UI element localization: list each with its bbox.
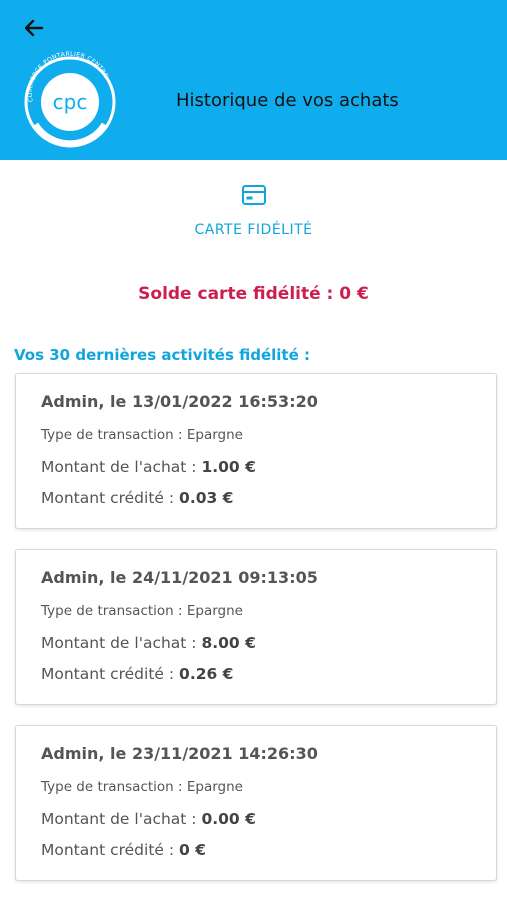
- transaction-header: Admin, le 23/11/2021 14:26:30: [41, 744, 318, 763]
- purchase-amount-label: Montant de l'achat :: [41, 458, 197, 476]
- balance-text: Solde carte fidélité : 0 €: [0, 284, 507, 304]
- purchase-amount: Montant de l'achat : 1.00 €: [41, 458, 256, 476]
- transaction-card: Admin, le 23/11/2021 14:26:30 Type de tr…: [15, 725, 497, 881]
- back-button[interactable]: [18, 12, 50, 44]
- cpc-logo: COMMERCE PONTARLIER CENTRE cpc: [18, 46, 122, 150]
- transaction-type: Type de transaction : Epargne: [41, 603, 243, 619]
- app-header: COMMERCE PONTARLIER CENTRE cpc Historiqu…: [0, 0, 507, 160]
- credited-amount: Montant crédité : 0.26 €: [41, 665, 233, 683]
- transaction-card: Admin, le 13/01/2022 16:53:20 Type de tr…: [15, 373, 497, 529]
- purchase-amount-value: 1.00 €: [201, 458, 256, 476]
- transaction-type: Type de transaction : Epargne: [41, 427, 243, 443]
- purchase-amount-value: 8.00 €: [201, 634, 256, 652]
- purchase-amount-value: 0.00 €: [201, 810, 256, 828]
- credited-amount-value: 0.26 €: [179, 665, 234, 683]
- credited-amount-value: 0.03 €: [179, 489, 234, 507]
- section-title: Vos 30 dernières activités fidélité :: [14, 346, 310, 364]
- credited-amount: Montant crédité : 0 €: [41, 841, 206, 859]
- credited-amount-label: Montant crédité :: [41, 665, 175, 683]
- credited-amount-value: 0 €: [179, 841, 206, 859]
- purchase-amount: Montant de l'achat : 8.00 €: [41, 634, 256, 652]
- purchase-amount-label: Montant de l'achat :: [41, 634, 197, 652]
- svg-text:cpc: cpc: [53, 90, 88, 114]
- credited-amount-label: Montant crédité :: [41, 841, 175, 859]
- card-icon: [241, 185, 266, 205]
- transaction-header: Admin, le 24/11/2021 09:13:05: [41, 568, 318, 587]
- transaction-card: Admin, le 24/11/2021 09:13:05 Type de tr…: [15, 549, 497, 705]
- tab-carte-fidelite[interactable]: CARTE FIDÉLITÉ: [0, 172, 507, 252]
- balance-label: Solde carte fidélité :: [138, 284, 334, 304]
- transaction-header: Admin, le 13/01/2022 16:53:20: [41, 392, 318, 411]
- purchase-amount: Montant de l'achat : 0.00 €: [41, 810, 256, 828]
- tab-label: CARTE FIDÉLITÉ: [194, 222, 313, 238]
- credited-amount: Montant crédité : 0.03 €: [41, 489, 233, 507]
- transaction-type: Type de transaction : Epargne: [41, 779, 243, 795]
- arrow-left-icon: [24, 19, 44, 37]
- balance-value: 0 €: [339, 284, 369, 304]
- credited-amount-label: Montant crédité :: [41, 489, 175, 507]
- page-title: Historique de vos achats: [176, 90, 399, 111]
- purchase-amount-label: Montant de l'achat :: [41, 810, 197, 828]
